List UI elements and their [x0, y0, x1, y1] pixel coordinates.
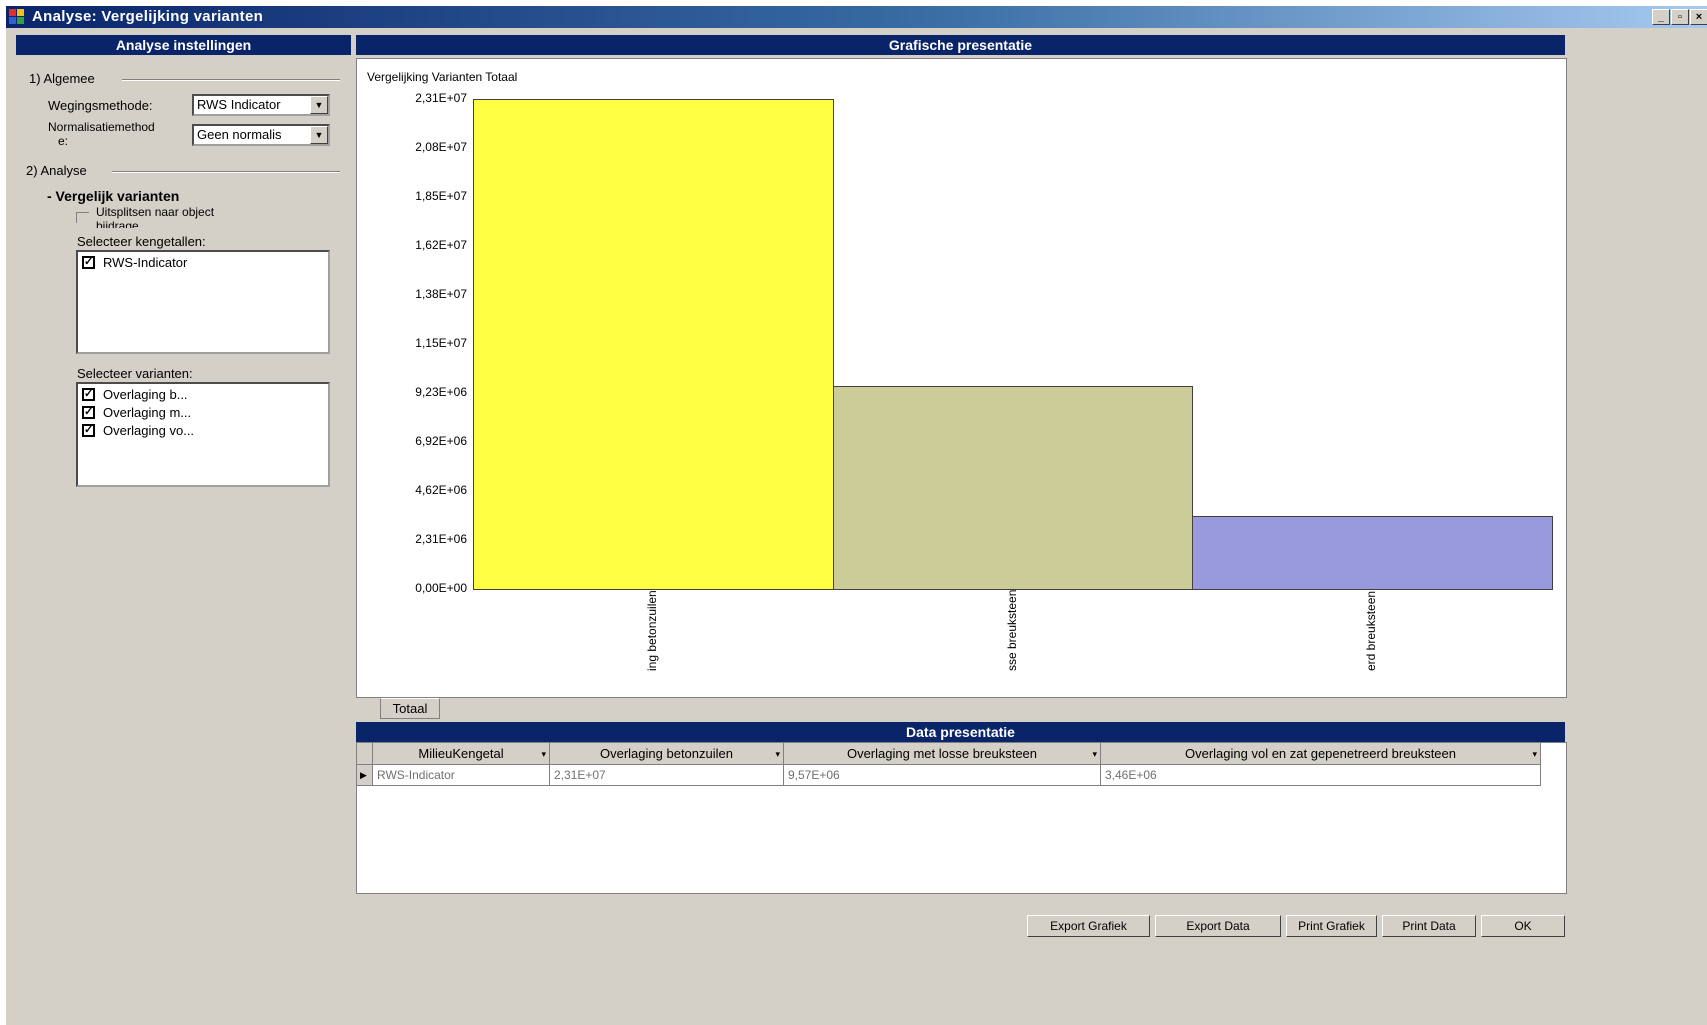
export-chart-button[interactable]: Export Grafiek — [1027, 915, 1150, 937]
y-tick-label: 2,31E+06 — [415, 532, 467, 546]
settings-panel-header: Analyse instellingen — [16, 35, 351, 55]
chart-plot: 0,00E+00 2,31E+06 4,62E+06 6,92E+06 9,23E+06… — [357, 59, 1566, 697]
split-checkbox-label: Uitsplitsen naar object — [96, 205, 215, 219]
y-tick-label: 9,23E+06 — [415, 385, 467, 399]
chevron-down-icon[interactable]: ▾ — [541, 743, 546, 765]
normalization-method-label-cont: e: — [58, 134, 69, 148]
column-header-milieukengetal[interactable]: MilieuKengetal ▾ — [373, 743, 550, 765]
window-title: Analyse: Vergelijking varianten — [32, 8, 264, 25]
y-tick-label: 1,62E+07 — [415, 238, 467, 252]
variants-listbox[interactable]: ✓ Overlaging b... ✓ Overlaging m... ✓ Ov… — [76, 382, 330, 487]
x-tick-label: erd breuksteen — [1364, 590, 1379, 671]
ok-button[interactable]: OK — [1481, 915, 1565, 937]
y-tick-label: 1,85E+07 — [415, 189, 467, 203]
table-cell[interactable]: 9,57E+06 — [784, 765, 1101, 786]
chevron-down-icon[interactable]: ▾ — [1092, 743, 1097, 765]
column-header-label: Overlaging vol en zat gepenetreerd breuk… — [1184, 746, 1456, 761]
kpi-listbox[interactable]: ✓ RWS-Indicator — [76, 250, 330, 354]
chevron-down-icon[interactable]: ▼ — [310, 96, 328, 114]
weighting-method-label: Wegingsmethode: — [48, 98, 153, 113]
kpi-list-label: Selecteer kengetallen: — [77, 234, 206, 249]
weighting-method-select[interactable]: RWS Indicator ▼ — [192, 94, 330, 116]
data-grid[interactable]: MilieuKengetal ▾ Overlaging betonzuilen ▾ … — [356, 742, 1567, 894]
app-icon — [9, 9, 25, 25]
column-header-label: MilieuKengetal — [418, 746, 504, 761]
tab-totaal[interactable]: Totaal — [380, 698, 440, 719]
export-data-button[interactable]: Export Data — [1155, 915, 1281, 937]
checkbox-checked-icon[interactable]: ✓ — [82, 424, 95, 437]
x-tick-label: ing betonzuilen — [644, 590, 659, 671]
normalization-method-value: Geen normalis — [197, 127, 282, 142]
column-header-label: Overlaging betonzuilen — [600, 746, 733, 761]
variant-item-label: Overlaging vo... — [103, 423, 195, 438]
x-tick-label: sse breuksteen — [1004, 589, 1019, 671]
column-header-gepenetreerd-breuksteen[interactable]: Overlaging vol en zat gepenetreerd breuk… — [1101, 743, 1541, 765]
group-general-divider — [122, 79, 340, 81]
print-chart-button[interactable]: Print Grafiek — [1286, 915, 1377, 937]
y-tick-label: 1,38E+07 — [415, 287, 467, 301]
column-header-betonzuilen[interactable]: Overlaging betonzuilen ▾ — [550, 743, 784, 765]
split-checkbox[interactable] — [76, 212, 89, 223]
weighting-method-value: RWS Indicator — [197, 97, 281, 112]
checkbox-checked-icon[interactable]: ✓ — [82, 256, 95, 269]
normalization-method-label: Normalisatiemethod — [48, 120, 155, 134]
group-general-label: 1) Algemee — [29, 71, 95, 86]
y-tick-label: 2,08E+07 — [415, 140, 467, 154]
column-header-label: Overlaging met losse breuksteen — [846, 746, 1038, 761]
column-header-losse-breuksteen[interactable]: Overlaging met losse breuksteen ▾ — [784, 743, 1101, 765]
print-data-button[interactable]: Print Data — [1382, 915, 1476, 937]
table-cell[interactable]: 2,31E+07 — [550, 765, 784, 786]
maximize-button[interactable]: ▫ — [1671, 9, 1689, 25]
y-tick-label: 6,92E+06 — [415, 434, 467, 448]
data-panel-header: Data presentatie — [356, 722, 1565, 742]
chevron-down-icon[interactable]: ▾ — [1532, 743, 1537, 765]
group-analysis-label: 2) Analyse — [26, 163, 87, 178]
chart-bar[interactable] — [832, 386, 1194, 590]
chart-bar[interactable] — [473, 99, 834, 590]
chart-bar[interactable] — [1192, 515, 1553, 590]
y-tick-label: 4,62E+06 — [415, 483, 467, 497]
table-cell[interactable]: 3,46E+06 — [1101, 765, 1541, 786]
variants-list-label: Selecteer varianten: — [77, 366, 193, 381]
chevron-down-icon[interactable]: ▼ — [310, 126, 328, 144]
group-analysis-divider — [112, 171, 340, 173]
checkbox-checked-icon[interactable]: ✓ — [82, 406, 95, 419]
split-checkbox-label-cont: bijdrage — [96, 219, 139, 228]
chart-panel-header: Grafische presentatie — [356, 35, 1565, 55]
compare-variants-label: - Vergelijk varianten — [47, 188, 180, 204]
table-cell[interactable]: RWS-Indicator — [373, 765, 550, 786]
y-tick-label: 2,31E+07 — [415, 91, 467, 105]
y-tick-label: 0,00E+00 — [415, 581, 467, 595]
checkbox-checked-icon[interactable]: ✓ — [82, 388, 95, 401]
variant-item-label: Overlaging b... — [103, 387, 188, 402]
normalization-method-select[interactable]: Geen normalis ▼ — [192, 124, 330, 146]
window-title-bar[interactable]: Analyse: Vergelijking varianten _ ▫ × — [6, 6, 1707, 28]
kpi-item-label: RWS-Indicator — [103, 255, 188, 270]
row-header-corner — [357, 743, 373, 765]
chevron-down-icon[interactable]: ▾ — [775, 743, 780, 765]
variant-item-label: Overlaging m... — [103, 405, 192, 420]
minimize-button[interactable]: _ — [1652, 9, 1670, 25]
chart-area: Vergelijking Varianten Totaal 0,00E+00 2,… — [356, 58, 1567, 698]
row-selector-icon[interactable]: ▶ — [357, 765, 373, 786]
close-button[interactable]: × — [1690, 9, 1707, 25]
split-checkbox-label-cont-clip: bijdrage — [96, 219, 256, 228]
y-tick-label: 1,15E+07 — [415, 336, 467, 350]
